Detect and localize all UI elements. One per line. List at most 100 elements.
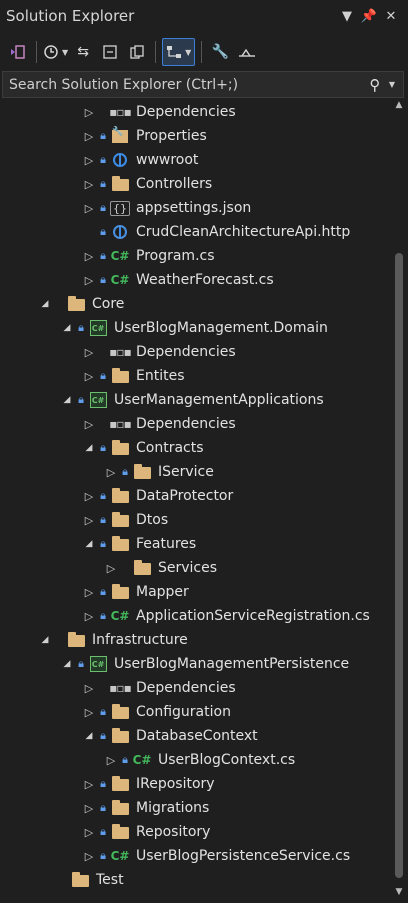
expand-arrow-icon[interactable]: ▷ <box>82 130 96 143</box>
tree-item[interactable]: 🔒︎ CrudCleanArchitectureApi.http <box>0 220 390 244</box>
tree-item[interactable]: ◢ 🔒︎ C# UserBlogManagementPersistence <box>0 652 390 676</box>
tree-item[interactable]: ▷ ▪▫▪ Dependencies <box>0 412 390 436</box>
tree-item[interactable]: ▷ 🔒︎ Configuration <box>0 700 390 724</box>
scroll-down-icon[interactable]: ▼ <box>390 887 408 901</box>
expand-arrow-icon[interactable]: ▷ <box>82 682 96 695</box>
tree-item[interactable]: ◢ 🔒︎ C# UserManagementApplications <box>0 388 390 412</box>
collapse-arrow-icon[interactable]: ◢ <box>82 539 96 549</box>
preview-selected-items-icon[interactable] <box>235 39 259 65</box>
collapse-arrow-icon[interactable]: ◢ <box>38 299 52 309</box>
expand-arrow-icon[interactable]: ▷ <box>82 826 96 839</box>
expand-arrow-icon[interactable]: ▷ <box>104 562 118 575</box>
csharp-file-icon: C# <box>132 753 152 767</box>
collapse-all-icon[interactable] <box>98 39 122 65</box>
expand-arrow-icon[interactable]: ▷ <box>82 418 96 431</box>
lock-icon: 🔒︎ <box>78 393 84 406</box>
folder-icon <box>110 583 130 601</box>
close-icon[interactable]: ✕ <box>380 9 402 24</box>
tree-item[interactable]: ▷ 🔒︎ Controllers <box>0 172 390 196</box>
search-box[interactable]: ⚲ ▼ <box>2 71 404 98</box>
collapse-arrow-icon[interactable]: ◢ <box>60 323 74 333</box>
tree-item[interactable]: ◢ 🔒︎ C# UserBlogManagement.Domain <box>0 316 390 340</box>
tree-item[interactable]: ▷ Services <box>0 556 390 580</box>
tree-item[interactable]: ▷ 🔒︎ Mapper <box>0 580 390 604</box>
lock-icon: 🔒︎ <box>78 657 84 670</box>
folder-icon <box>110 487 130 505</box>
tree-item[interactable]: ▷ ▪▫▪ Dependencies <box>0 340 390 364</box>
search-input[interactable] <box>3 75 361 94</box>
expand-arrow-icon[interactable]: ▷ <box>82 274 96 287</box>
expand-arrow-icon[interactable]: ▷ <box>82 250 96 263</box>
tree-item[interactable]: ▷ ▪▫▪ Dependencies <box>0 100 390 124</box>
tree-item[interactable]: ▷ 🔒︎ {} appsettings.json <box>0 196 390 220</box>
tree-item[interactable]: ◢ 🔒︎ Contracts <box>0 436 390 460</box>
expand-arrow-icon[interactable]: ▷ <box>82 586 96 599</box>
tree-item[interactable]: ▷ 🔒︎ Repository <box>0 820 390 844</box>
pin-icon[interactable]: 📌 <box>358 9 380 24</box>
folder-icon <box>110 799 130 817</box>
tree-item[interactable]: ▷ 🔒︎ C# Program.cs <box>0 244 390 268</box>
switch-views-icon[interactable] <box>6 39 30 65</box>
sync-with-active-document-icon[interactable]: ⇆ <box>71 39 95 65</box>
tree-item[interactable]: ▷ ▪▫▪ Dependencies <box>0 676 390 700</box>
tree-item[interactable]: ◢ 🔒︎ DatabaseContext <box>0 724 390 748</box>
expand-arrow-icon[interactable]: ▷ <box>82 778 96 791</box>
tree-item[interactable]: ▷ 🔒︎ Migrations <box>0 796 390 820</box>
tree-item[interactable]: ▷ 🔒︎ wwwroot <box>0 148 390 172</box>
tree-item[interactable]: Test <box>0 868 390 892</box>
tree-item[interactable]: ◢ 🔒︎ Features <box>0 532 390 556</box>
toolbar-separator <box>36 41 37 63</box>
toolbar-separator <box>155 41 157 63</box>
solution-tree[interactable]: ▷▪▫▪Dependencies▷🔒︎Properties▷🔒︎wwwroot▷… <box>0 100 390 900</box>
expand-arrow-icon[interactable]: ▷ <box>82 370 96 383</box>
expand-arrow-icon[interactable]: ▷ <box>82 490 96 503</box>
panel-title: Solution Explorer <box>6 7 135 25</box>
tree-item-label: wwwroot <box>136 152 199 168</box>
dependencies-icon: ▪▫▪ <box>109 681 131 695</box>
tree-item[interactable]: ◢ Core <box>0 292 390 316</box>
expand-arrow-icon[interactable]: ▷ <box>82 106 96 119</box>
window-position-dropdown-icon[interactable]: ▼ <box>336 9 358 24</box>
tree-item[interactable]: ▷ 🔒︎ Properties <box>0 124 390 148</box>
expand-arrow-icon[interactable]: ▷ <box>82 850 96 863</box>
tree-item-label: Test <box>96 872 124 888</box>
expand-arrow-icon[interactable]: ▷ <box>82 346 96 359</box>
tree-item-label: Configuration <box>136 704 231 720</box>
collapse-arrow-icon[interactable]: ◢ <box>60 395 74 405</box>
tree-item[interactable]: ▷ 🔒︎ C# WeatherForecast.cs <box>0 268 390 292</box>
expand-arrow-icon[interactable]: ▷ <box>82 178 96 191</box>
properties-wrench-icon[interactable]: 🔧 <box>208 39 232 65</box>
tree-item-label: ApplicationServiceRegistration.cs <box>136 608 370 624</box>
search-icon[interactable]: ⚲ <box>361 76 389 94</box>
search-options-dropdown-icon[interactable]: ▼ <box>389 80 395 89</box>
scrollbar-thumb[interactable] <box>395 253 403 878</box>
view-mode-icon[interactable]: ▼ <box>162 38 196 66</box>
csharp-file-icon: C# <box>110 249 130 263</box>
collapse-arrow-icon[interactable]: ◢ <box>38 635 52 645</box>
tree-item[interactable]: ▷ 🔒︎ C# UserBlogContext.cs <box>0 748 390 772</box>
tree-item[interactable]: ◢ Infrastructure <box>0 628 390 652</box>
expand-arrow-icon[interactable]: ▷ <box>82 154 96 167</box>
tree-item[interactable]: ▷ 🔒︎ IRepository <box>0 772 390 796</box>
expand-arrow-icon[interactable]: ▷ <box>82 202 96 215</box>
expand-arrow-icon[interactable]: ▷ <box>82 514 96 527</box>
tree-item[interactable]: ▷ 🔒︎ DataProtector <box>0 484 390 508</box>
expand-arrow-icon[interactable]: ▷ <box>82 610 96 623</box>
tree-item[interactable]: ▷ 🔒︎ C# UserBlogPersistenceService.cs <box>0 844 390 868</box>
collapse-arrow-icon[interactable]: ◢ <box>82 731 96 741</box>
lock-icon: 🔒︎ <box>122 753 128 766</box>
tree-item[interactable]: ▷ 🔒︎ Dtos <box>0 508 390 532</box>
expand-arrow-icon[interactable]: ▷ <box>104 466 118 479</box>
collapse-arrow-icon[interactable]: ◢ <box>82 443 96 453</box>
tree-item[interactable]: ▷ 🔒︎ C# ApplicationServiceRegistration.cs <box>0 604 390 628</box>
expand-arrow-icon[interactable]: ▷ <box>82 802 96 815</box>
vertical-scrollbar[interactable]: ▲ ▼ <box>390 100 408 903</box>
scroll-up-icon[interactable]: ▲ <box>390 100 408 114</box>
collapse-arrow-icon[interactable]: ◢ <box>60 659 74 669</box>
expand-arrow-icon[interactable]: ▷ <box>82 706 96 719</box>
tree-item[interactable]: ▷ 🔒︎ Entites <box>0 364 390 388</box>
tree-item[interactable]: ▷ 🔒︎ IService <box>0 460 390 484</box>
show-all-files-icon[interactable] <box>125 39 149 65</box>
expand-arrow-icon[interactable]: ▷ <box>104 754 118 767</box>
pending-changes-filter-icon[interactable]: ▼ <box>43 39 68 65</box>
